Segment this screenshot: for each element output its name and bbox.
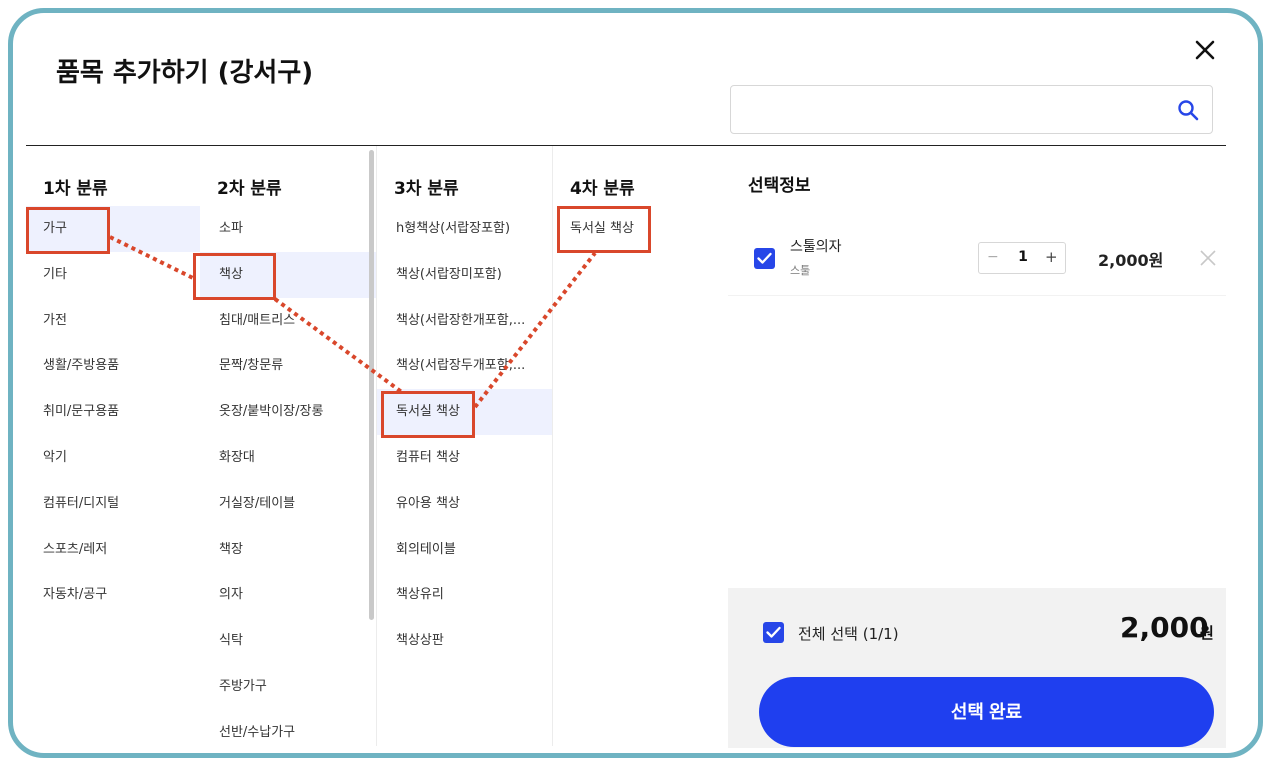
category-item[interactable]: 유아용 책상 [377,481,552,527]
item-price: 2,000원 [1098,251,1164,270]
category-item[interactable]: 화장대 [200,435,376,481]
category-item[interactable]: 침대/매트리스 [200,298,376,344]
category-item[interactable]: 컴퓨터 책상 [377,435,552,481]
category-item[interactable]: 소파 [200,206,376,252]
category-item[interactable]: 주방가구 [200,664,376,710]
dialog-title: 품목 추가하기 (강서구) [56,58,314,88]
selected-item-row: 스툴의자 스툴 − 1 + 2,000원 [728,211,1226,296]
category-item[interactable]: 선반/수납가구 [200,710,376,753]
category-item[interactable]: 회의테이블 [377,527,552,573]
search-box [730,85,1213,134]
search-input[interactable] [731,86,1151,131]
total-amount: 2,000 [1120,611,1209,644]
category-item[interactable]: 자동차/공구 [26,572,200,618]
close-icon [1195,40,1215,60]
search-icon[interactable] [1176,98,1200,122]
decrement-button[interactable]: − [987,249,999,265]
category-item[interactable]: h형책상(서랍장포함) [377,206,552,252]
category-column-2: 2차 분류 소파 책상 침대/매트리스 문짝/창문류 옷장/붙박이장/장롱 화장대 거실장/… [200,146,376,746]
category-item[interactable]: 책상(서랍장한개포함,... [377,298,552,344]
category-item[interactable]: 취미/문구용품 [26,389,200,435]
category-item[interactable]: 책상(서랍장두개포함,... [377,343,552,389]
selection-panel: 선택정보 스툴의자 스툴 − 1 + 2,000원 전체 선택 (1/1) 2,… [728,146,1226,748]
annotation-box-gagu [26,207,110,254]
category-item[interactable]: 문짝/창문류 [200,343,376,389]
total-unit: 원 [1200,624,1214,642]
category-item[interactable]: 생활/주방용품 [26,343,200,389]
column-header: 3차 분류 [394,179,459,199]
annotation-box-dokseosil [381,391,475,438]
item-name: 스툴의자 [790,239,842,255]
select-all-checkbox[interactable] [763,622,784,643]
remove-icon[interactable] [1198,248,1218,268]
increment-button[interactable]: + [1045,248,1058,266]
category-item[interactable]: 책장 [200,527,376,573]
category-item[interactable]: 책상상판 [377,618,552,664]
category-item[interactable]: 악기 [26,435,200,481]
category-list: 가구 기타 가전 생활/주방용품 취미/문구용품 악기 컴퓨터/디지털 스포츠/레저 자동차/공… [26,206,200,618]
column-header: 4차 분류 [570,179,635,199]
item-checkbox[interactable] [754,248,775,269]
category-item[interactable]: 의자 [200,572,376,618]
close-button[interactable] [1191,36,1219,64]
annotation-box-chaeksang [193,253,276,300]
category-column-3: 3차 분류 h형책상(서랍장포함) 책상(서랍장미포함) 책상(서랍장한개포함,..… [376,146,552,746]
check-icon [757,252,772,264]
category-item[interactable]: 책상(서랍장미포함) [377,252,552,298]
category-item[interactable]: 기타 [26,252,200,298]
selection-summary: 전체 선택 (1/1) 2,000 원 선택 완료 [728,588,1226,748]
panel-title: 선택정보 [748,176,811,196]
column-header: 2차 분류 [217,179,282,199]
quantity-value[interactable]: 1 [1015,249,1031,265]
column-scrollbar[interactable] [369,150,374,620]
category-item[interactable]: 거실장/테이블 [200,481,376,527]
annotation-box-dokseosil-4th [557,206,651,253]
column-header: 1차 분류 [43,179,108,199]
category-item[interactable]: 컴퓨터/디지털 [26,481,200,527]
category-item[interactable]: 책상유리 [377,572,552,618]
item-category: 스툴 [790,264,811,277]
category-item[interactable]: 식탁 [200,618,376,664]
category-item[interactable]: 스포츠/레저 [26,527,200,573]
quantity-stepper: − 1 + [978,242,1066,274]
complete-selection-button[interactable]: 선택 완료 [759,677,1214,747]
select-all-label[interactable]: 전체 선택 (1/1) [798,623,899,644]
category-item[interactable]: 가전 [26,298,200,344]
dialog-frame: 품목 추가하기 (강서구) 1차 분류 가구 기타 가전 생활/주방용품 취미/문구용품… [8,8,1263,758]
category-item[interactable]: 옷장/붙박이장/장롱 [200,389,376,435]
check-icon [766,626,781,638]
